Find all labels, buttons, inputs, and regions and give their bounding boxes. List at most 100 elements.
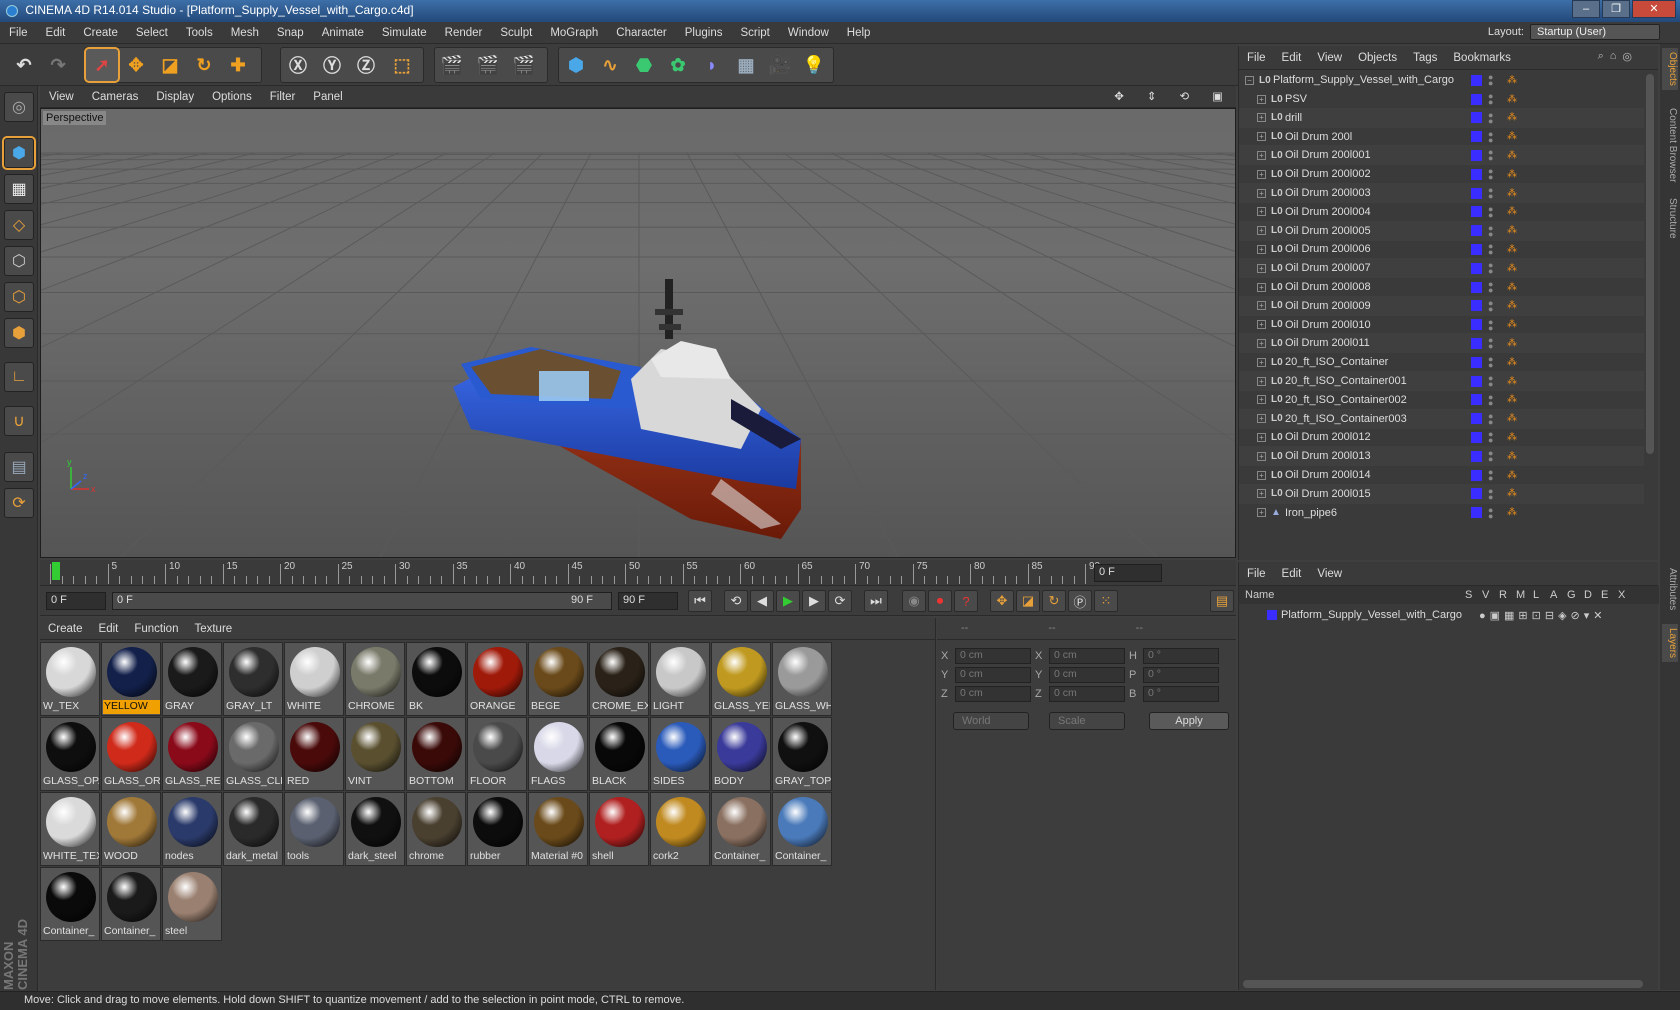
material-swatch[interactable]: VINT <box>345 717 405 791</box>
layer-column-r[interactable]: R <box>1499 589 1507 601</box>
coord-value-field[interactable]: 0 ° <box>1143 667 1219 683</box>
object-row[interactable]: + L0 Oil Drum 200l015 ● ● ⁂ <box>1239 483 1644 504</box>
material-swatch[interactable]: Material #0 <box>528 792 588 866</box>
material-swatch[interactable]: rubber <box>467 792 527 866</box>
layer-color-icon[interactable] <box>1471 394 1482 406</box>
visibility-dots-icon[interactable]: ● ● <box>1488 468 1493 483</box>
layer-color-icon[interactable] <box>1471 337 1482 349</box>
object-row[interactable]: + ▲ Iron_pipe6 ● ● ⁂ <box>1239 503 1644 523</box>
menu-help[interactable]: Help <box>838 27 880 39</box>
cube-primitive-icon[interactable]: ⬢ <box>560 49 592 81</box>
object-row[interactable]: + L0 Oil Drum 200l010 ● ● ⁂ <box>1239 315 1644 335</box>
material-swatch[interactable]: Container_ <box>101 867 161 941</box>
material-swatch[interactable]: BOTTOM <box>406 717 466 791</box>
tab-objects[interactable]: Objects <box>1662 48 1678 90</box>
material-swatch[interactable]: CHROME <box>345 642 405 716</box>
visibility-dots-icon[interactable]: ● ● <box>1488 73 1493 88</box>
material-swatch[interactable]: CROME_EX <box>589 642 649 716</box>
expand-toggle-icon[interactable]: + <box>1257 320 1266 330</box>
layer-color-icon[interactable] <box>1471 131 1482 143</box>
tag-icon[interactable]: ⁂ <box>1507 188 1517 199</box>
material-swatch[interactable]: dark_metal <box>223 792 283 866</box>
visibility-dots-icon[interactable]: ● ● <box>1488 186 1493 201</box>
tag-icon[interactable]: ⁂ <box>1507 300 1517 311</box>
tag-icon[interactable]: ⁂ <box>1507 263 1517 274</box>
material-swatch[interactable]: RED <box>284 717 344 791</box>
previous-key-icon[interactable]: ⟲ <box>724 590 748 612</box>
material-swatch[interactable]: WOOD <box>101 792 161 866</box>
workplane-lock-icon[interactable]: ▤ <box>4 452 34 482</box>
menu-create[interactable]: Create <box>74 27 127 39</box>
end-frame-field[interactable]: 90 F <box>618 592 678 610</box>
layer-color-icon[interactable] <box>1471 74 1482 86</box>
expand-toggle-icon[interactable]: + <box>1257 338 1266 348</box>
frame-range-slider[interactable]: 0 F 90 F <box>112 592 612 610</box>
expand-toggle-icon[interactable]: + <box>1257 301 1266 311</box>
layer-color-icon[interactable] <box>1471 375 1482 387</box>
visibility-dots-icon[interactable]: ● ● <box>1488 204 1493 219</box>
visibility-dots-icon[interactable]: ● ● <box>1488 374 1493 389</box>
maximize-view-icon[interactable]: ▣ <box>1203 89 1232 103</box>
visibility-dots-icon[interactable]: ● ● <box>1488 505 1493 520</box>
visibility-dots-icon[interactable]: ● ● <box>1488 317 1493 332</box>
object-menu-objects[interactable]: Objects <box>1350 52 1405 64</box>
minimize-button[interactable]: – <box>1572 0 1600 18</box>
expand-toggle-icon[interactable]: + <box>1257 357 1266 367</box>
layer-menu-view[interactable]: View <box>1309 568 1350 580</box>
viewport-menu-panel[interactable]: Panel <box>304 91 351 103</box>
material-swatch[interactable]: GRAY_TOP <box>772 717 832 791</box>
tab-layers[interactable]: Layers <box>1662 624 1678 663</box>
undo-icon[interactable]: ↶ <box>8 49 40 81</box>
texture-mode-icon[interactable]: ▦ <box>4 174 34 204</box>
visibility-dots-icon[interactable]: ● ● <box>1488 298 1493 313</box>
material-swatch[interactable]: WHITE <box>284 642 344 716</box>
object-row[interactable]: + L0 drill ● ● ⁂ <box>1239 107 1644 128</box>
orbit-icon[interactable]: ⟲ <box>1170 89 1198 103</box>
material-swatch[interactable]: BEGE <box>528 642 588 716</box>
visibility-dots-icon[interactable]: ● ● <box>1488 486 1493 501</box>
layer-column-a[interactable]: A <box>1550 589 1557 601</box>
y-axis-lock-icon[interactable]: Ⓨ <box>316 49 348 81</box>
expand-toggle-icon[interactable]: + <box>1257 169 1266 179</box>
expand-toggle-icon[interactable]: + <box>1257 113 1266 123</box>
axis-mode-icon[interactable]: ∟ <box>4 362 34 392</box>
layer-column-x[interactable]: X <box>1618 589 1625 601</box>
expand-toggle-icon[interactable]: + <box>1257 432 1266 442</box>
play-icon[interactable]: ▶ <box>776 590 800 612</box>
tag-icon[interactable]: ⁂ <box>1507 357 1517 368</box>
visibility-dots-icon[interactable]: ● ● <box>1488 355 1493 370</box>
material-swatch[interactable]: GLASS_OPA <box>40 717 100 791</box>
expand-toggle-icon[interactable]: + <box>1257 470 1266 480</box>
layout-dropdown[interactable]: Startup (User) <box>1530 24 1660 40</box>
layer-color-icon[interactable] <box>1471 262 1482 274</box>
visibility-dots-icon[interactable]: ● ● <box>1488 411 1493 426</box>
layer-column-name[interactable]: Name <box>1245 589 1274 601</box>
menu-sculpt[interactable]: Sculpt <box>491 27 541 39</box>
menu-window[interactable]: Window <box>779 27 838 39</box>
viewport-menu-cameras[interactable]: Cameras <box>83 91 148 103</box>
material-swatch[interactable]: Container_ <box>772 792 832 866</box>
z-axis-lock-icon[interactable]: Ⓩ <box>350 49 382 81</box>
tab-attributes[interactable]: Attributes <box>1662 564 1678 614</box>
object-row[interactable]: + L0 20_ft_ISO_Container ● ● ⁂ <box>1239 352 1644 372</box>
visibility-dots-icon[interactable]: ● ● <box>1488 148 1493 163</box>
points-mode-icon[interactable]: ⬡ <box>4 246 34 276</box>
layer-color-icon[interactable] <box>1471 281 1482 293</box>
object-row[interactable]: + L0 Oil Drum 200l012 ● ● ⁂ <box>1239 427 1644 447</box>
menu-simulate[interactable]: Simulate <box>373 27 436 39</box>
expand-toggle-icon[interactable]: + <box>1257 489 1266 499</box>
layer-color-icon[interactable] <box>1471 168 1482 180</box>
material-swatch[interactable]: W_TEX <box>40 642 100 716</box>
menu-script[interactable]: Script <box>731 27 778 39</box>
layer-flags[interactable]: ●▣▦⊞⊡⊟◈⊘▾✕ <box>1479 609 1607 622</box>
tag-icon[interactable]: ⁂ <box>1507 451 1517 462</box>
camera-icon[interactable]: 🎥 <box>764 49 796 81</box>
object-row[interactable]: + L0 Oil Drum 200l ● ● ⁂ <box>1239 127 1644 147</box>
object-menu-edit[interactable]: Edit <box>1274 52 1310 64</box>
coord-value-field[interactable]: 0 cm <box>955 667 1031 683</box>
menu-mesh[interactable]: Mesh <box>222 27 268 39</box>
keyframe-selection-icon[interactable]: ? <box>954 590 978 612</box>
make-editable-icon[interactable]: ◎ <box>4 92 34 122</box>
maximize-button[interactable]: ❐ <box>1602 0 1630 18</box>
redo-icon[interactable]: ↷ <box>42 49 74 81</box>
